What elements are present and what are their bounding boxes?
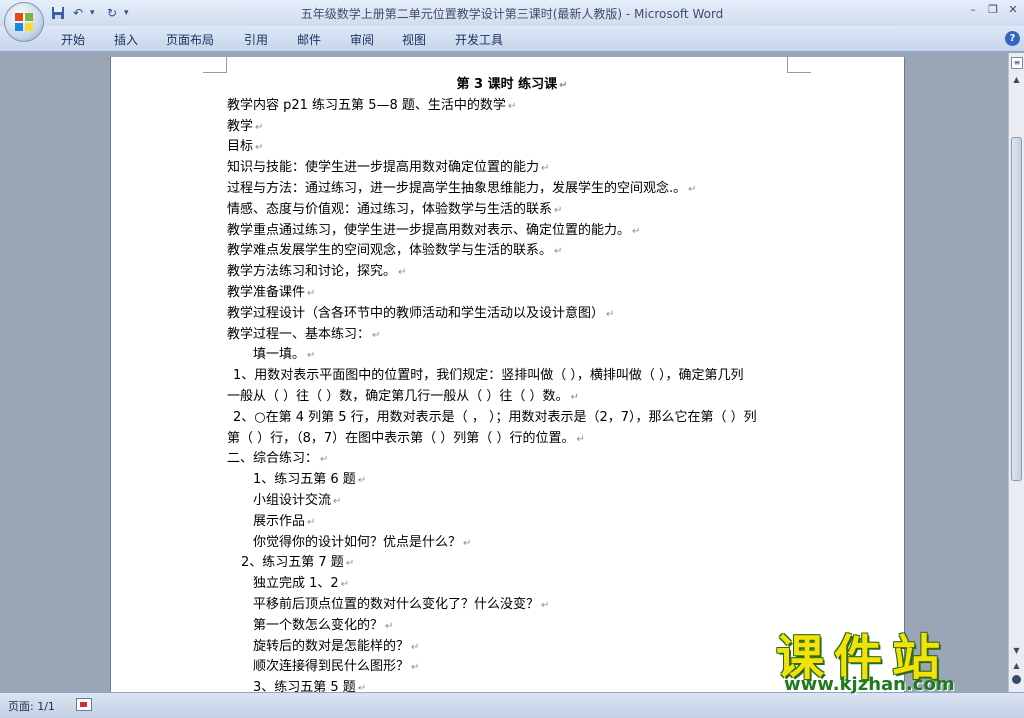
document-page[interactable]: 第 3 课时 练习课 ↵ 教学内容 p21 练习五第 5—8 题、生活中的数学 ↵ … <box>110 57 905 697</box>
document-line: 情感、态度与价值观：通过练习，体验数学与生活的联系 ↵ <box>227 201 563 217</box>
document-line: 二、综合练习： ↵ <box>227 451 329 467</box>
document-line: 目标 ↵ <box>227 139 264 155</box>
help-icon[interactable]: ? <box>1005 31 1020 46</box>
document-line: 展示作品 ↵ <box>253 513 316 529</box>
office-button[interactable] <box>4 2 44 42</box>
close-icon[interactable]: ✕ <box>1006 2 1020 16</box>
proofing-icon[interactable] <box>76 698 92 711</box>
document-line: 教学方法练习和讨论，探究。 ↵ <box>227 264 407 280</box>
view-ruler-icon[interactable]: ≡ <box>1011 57 1023 69</box>
document-line: 2、○在第 4 列第 5 行，用数对表示是（ ， ）；用数对表示是（2，7），那… <box>233 409 757 425</box>
document-line: 填一填。 ↵ <box>253 347 316 363</box>
tab-page-layout[interactable]: 页面布局 <box>166 31 214 48</box>
watermark: 课件站 www.kjzhan.com <box>770 618 1020 696</box>
tab-insert[interactable]: 插入 <box>114 31 138 48</box>
document-line: 独立完成 1、2 ↵ <box>253 576 350 592</box>
scroll-thumb[interactable] <box>1011 137 1022 481</box>
minimize-icon[interactable]: – <box>966 2 980 16</box>
tab-developer[interactable]: 开发工具 <box>455 31 503 48</box>
document-line: 一般从（ ）往（ ）数，确定第几行一般从（ ）往（ ）数。 ↵ <box>227 388 579 404</box>
tab-references[interactable]: 引用 <box>244 31 268 48</box>
document-line: 教学难点发展学生的空间观念，体验数学与生活的联系。 ↵ <box>227 243 563 259</box>
margin-corner-right <box>787 57 811 73</box>
window-title: 五年级数学上册第二单元位置教学设计第三课时(最新人教版) - Microsoft… <box>300 7 724 21</box>
tab-view[interactable]: 视图 <box>402 31 426 48</box>
tab-mailings[interactable]: 邮件 <box>297 31 321 48</box>
document-line: 1、练习五第 6 题 ↵ <box>253 472 367 488</box>
page-count[interactable]: 页面: 1/1 <box>8 698 55 714</box>
document-line: 教学过程设计（含各环节中的教师活动和学生活动以及设计意图） ↵ <box>227 305 615 321</box>
document-line: 你觉得你的设计如何？优点是什么？ ↵ <box>253 534 472 550</box>
document-line: 教学过程一、基本练习： ↵ <box>227 326 381 342</box>
document-line: 教学内容 p21 练习五第 5—8 题、生活中的数学 ↵ <box>227 97 517 113</box>
tab-review[interactable]: 审阅 <box>350 31 374 48</box>
document-line: 旋转后的数对是怎能样的？ ↵ <box>253 638 420 654</box>
title-bar: ↶ ▾ ↻ ▾ 五年级数学上册第二单元位置教学设计第三课时(最新人教版) - M… <box>0 0 1024 26</box>
document-line: 第一个数怎么变化的？ ↵ <box>253 617 394 633</box>
document-line: 教学 ↵ <box>227 118 264 134</box>
document-line: 知识与技能：使学生进一步提高用数对确定位置的能力 ↵ <box>227 160 550 176</box>
document-line: 平移前后顶点位置的数对什么变化了？什么没变？ ↵ <box>253 596 550 612</box>
document-line: 第（ ）行，（8，7）在图中表示第（ ）列第（ ）行的位置。 ↵ <box>227 430 585 446</box>
document-line: 过程与方法：通过练习，进一步提高学生抽象思维能力，发展学生的空间观念.。 ↵ <box>227 180 697 196</box>
tab-home[interactable]: 开始 <box>61 31 85 48</box>
scroll-up-icon[interactable]: ▲ <box>1009 73 1024 87</box>
document-line: 小组设计交流 ↵ <box>253 492 342 508</box>
document-workspace: 第 3 课时 练习课 ↵ 教学内容 p21 练习五第 5—8 题、生活中的数学 ↵ … <box>0 53 1008 697</box>
ribbon-tabs: 开始 插入 页面布局 引用 邮件 审阅 视图 开发工具 ? <box>0 26 1024 52</box>
watermark-url: www.kjzhan.com <box>784 674 955 695</box>
document-body[interactable]: 第 3 课时 练习课 ↵ 教学内容 p21 练习五第 5—8 题、生活中的数学 ↵ … <box>227 75 797 697</box>
document-line: 教学重点通过练习，使学生进一步提高用数对表示、确定位置的能力。 ↵ <box>227 222 641 238</box>
document-line: 2、练习五第 7 题 ↵ <box>241 555 355 571</box>
document-line: 顺次连接得到民什么图形？ ↵ <box>253 659 420 675</box>
window-controls: – ❐ ✕ <box>966 2 1020 16</box>
vertical-scrollbar[interactable]: ≡ ▲ ▼ ▲ <box>1008 53 1024 692</box>
document-title: 第 3 课时 练习课 ↵ <box>456 77 568 92</box>
document-line: 1、用数对表示平面图中的位置时，我们规定：竖排叫做（ ），横排叫做（ ），确定第… <box>233 368 744 384</box>
office-logo-icon <box>15 13 33 31</box>
restore-icon[interactable]: ❐ <box>986 2 1000 16</box>
margin-corner-left <box>203 57 227 73</box>
document-line: 教学准备课件 ↵ <box>227 284 316 300</box>
